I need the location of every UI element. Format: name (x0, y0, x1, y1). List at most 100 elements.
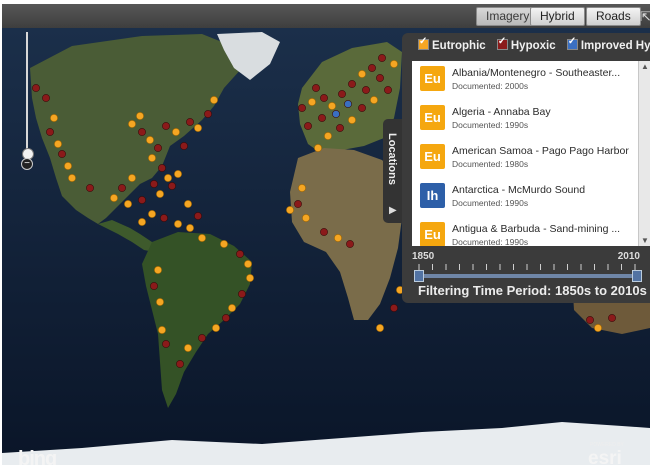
site-marker[interactable] (308, 98, 316, 106)
list-item[interactable]: Eu Albania/Montenegro - Southeaster... D… (412, 61, 638, 100)
site-marker[interactable] (358, 70, 366, 78)
site-marker[interactable] (376, 324, 384, 332)
site-marker[interactable] (168, 182, 176, 190)
site-marker[interactable] (128, 120, 136, 128)
locations-tab[interactable]: Locations ▶ (383, 119, 403, 223)
site-marker[interactable] (212, 324, 220, 332)
site-marker[interactable] (136, 112, 144, 120)
site-marker[interactable] (156, 298, 164, 306)
site-marker[interactable] (334, 234, 342, 242)
site-marker[interactable] (368, 64, 376, 72)
fullscreen-icon[interactable]: ⇱ (640, 9, 650, 25)
site-marker[interactable] (594, 324, 602, 332)
site-marker[interactable] (298, 104, 306, 112)
locations-list[interactable]: Eu Albania/Montenegro - Southeaster... D… (412, 61, 638, 246)
site-marker[interactable] (198, 334, 206, 342)
site-marker[interactable] (184, 200, 192, 208)
site-marker[interactable] (204, 110, 212, 118)
site-marker[interactable] (198, 234, 206, 242)
zoom-slider[interactable]: − (21, 28, 34, 170)
site-marker[interactable] (160, 214, 168, 222)
roads-button[interactable]: Roads (586, 7, 641, 26)
site-marker[interactable] (50, 114, 58, 122)
site-marker[interactable] (348, 80, 356, 88)
scroll-up-icon[interactable]: ▲ (641, 62, 649, 71)
site-marker[interactable] (332, 110, 340, 118)
site-marker[interactable] (328, 102, 336, 110)
site-marker[interactable] (336, 124, 344, 132)
site-marker[interactable] (128, 174, 136, 182)
site-marker[interactable] (158, 164, 166, 172)
site-marker[interactable] (58, 150, 66, 158)
list-item[interactable]: Eu Algeria - Annaba Bay Documented: 1990… (412, 100, 638, 139)
site-marker[interactable] (312, 84, 320, 92)
site-marker[interactable] (154, 144, 162, 152)
site-marker[interactable] (148, 154, 156, 162)
site-marker[interactable] (378, 54, 386, 62)
time-slider[interactable]: 1850 2010 Filtering Time Period: 1850s t… (412, 250, 647, 300)
legend-hypoxic[interactable]: Hypoxic (496, 36, 556, 52)
site-marker[interactable] (164, 174, 172, 182)
improved-hypoxic-checkbox-icon[interactable] (566, 36, 578, 50)
site-marker[interactable] (186, 118, 194, 126)
timeline-end-handle[interactable] (632, 270, 642, 282)
site-marker[interactable] (338, 90, 346, 98)
site-marker[interactable] (210, 96, 218, 104)
site-marker[interactable] (236, 250, 244, 258)
site-marker[interactable] (348, 116, 356, 124)
site-marker[interactable] (246, 274, 254, 282)
site-marker[interactable] (390, 60, 398, 68)
site-marker[interactable] (118, 184, 126, 192)
site-marker[interactable] (32, 84, 40, 92)
site-marker[interactable] (158, 326, 166, 334)
site-marker[interactable] (376, 74, 384, 82)
eutrophic-checkbox-icon[interactable] (418, 36, 429, 50)
site-marker[interactable] (174, 220, 182, 228)
scroll-down-icon[interactable]: ▼ (641, 236, 649, 245)
site-marker[interactable] (222, 314, 230, 322)
site-marker[interactable] (156, 190, 164, 198)
list-item[interactable]: Ih Antarctica - McMurdo Sound Documented… (412, 178, 638, 217)
site-marker[interactable] (186, 224, 194, 232)
site-marker[interactable] (370, 96, 378, 104)
site-marker[interactable] (304, 122, 312, 130)
site-marker[interactable] (390, 304, 398, 312)
site-marker[interactable] (344, 100, 352, 108)
site-marker[interactable] (184, 344, 192, 352)
hybrid-button[interactable]: Hybrid (530, 7, 585, 26)
site-marker[interactable] (318, 114, 326, 122)
site-marker[interactable] (346, 240, 354, 248)
site-marker[interactable] (302, 214, 310, 222)
site-marker[interactable] (154, 266, 162, 274)
site-marker[interactable] (150, 282, 158, 290)
site-marker[interactable] (138, 218, 146, 226)
site-marker[interactable] (86, 184, 94, 192)
zoom-out-icon[interactable]: − (21, 158, 33, 170)
site-marker[interactable] (320, 228, 328, 236)
site-marker[interactable] (138, 196, 146, 204)
site-marker[interactable] (138, 128, 146, 136)
site-marker[interactable] (244, 260, 252, 268)
list-scrollbar[interactable]: ▲ ▼ (638, 61, 650, 246)
site-marker[interactable] (238, 290, 246, 298)
site-marker[interactable] (174, 170, 182, 178)
site-marker[interactable] (358, 104, 366, 112)
site-marker[interactable] (162, 122, 170, 130)
list-item[interactable]: Eu American Samoa - Pago Pago Harbor Doc… (412, 139, 638, 178)
site-marker[interactable] (42, 94, 50, 102)
site-marker[interactable] (180, 142, 188, 150)
site-marker[interactable] (146, 136, 154, 144)
site-marker[interactable] (314, 144, 322, 152)
site-marker[interactable] (64, 162, 72, 170)
legend-eutrophic[interactable]: Eutrophic (418, 36, 486, 52)
site-marker[interactable] (228, 304, 236, 312)
site-marker[interactable] (172, 128, 180, 136)
site-marker[interactable] (68, 174, 76, 182)
legend-improved-hypoxic[interactable]: Improved Hypoxic (566, 36, 650, 52)
site-marker[interactable] (110, 194, 118, 202)
site-marker[interactable] (150, 180, 158, 188)
timeline-start-handle[interactable] (414, 270, 424, 282)
site-marker[interactable] (194, 212, 202, 220)
site-marker[interactable] (46, 128, 54, 136)
site-marker[interactable] (220, 240, 228, 248)
